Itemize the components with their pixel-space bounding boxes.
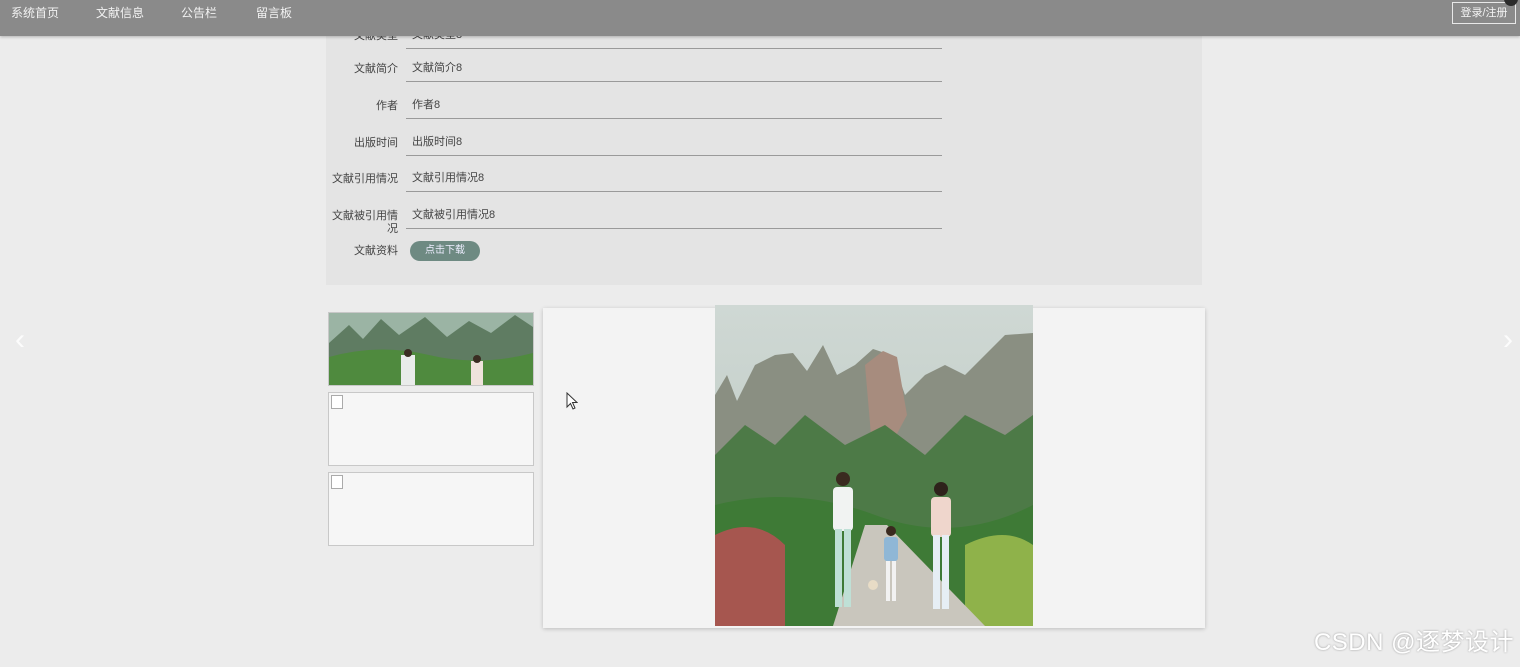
broken-image-icon <box>331 395 343 409</box>
detail-value: 文献引用情况8 <box>406 164 942 192</box>
literature-detail-panel: 文献类型 文献类型8 文献简介 文献简介8 作者 作者8 出版时间 出版时间8 … <box>326 29 1202 285</box>
carousel-next-arrow[interactable]: › <box>1496 320 1520 360</box>
detail-row-citations: 文献引用情况 文献引用情况8 <box>326 164 1202 201</box>
detail-value: 文献被引用情况8 <box>406 201 942 229</box>
detail-label: 出版时间 <box>354 137 398 149</box>
detail-row-cited-by: 文献被引用情况 文献被引用情况8 <box>326 201 1202 238</box>
carousel-prev-arrow[interactable]: ‹ <box>8 320 32 360</box>
nav-literature-info[interactable]: 文献信息 <box>96 0 144 26</box>
nav-home[interactable]: 系统首页 <box>11 0 59 26</box>
mouse-cursor-icon <box>566 392 578 410</box>
detail-row-attachment: 文献资料 点击下载 <box>326 238 1202 275</box>
detail-row-author: 作者 作者8 <box>326 91 1202 128</box>
detail-row-summary: 文献简介 文献简介8 <box>326 54 1202 91</box>
carousel-thumbnail[interactable] <box>328 472 534 546</box>
detail-value: 文献简介8 <box>406 54 942 82</box>
detail-value: 作者8 <box>406 91 942 119</box>
detail-label: 文献引用情况 <box>332 173 398 185</box>
login-register-button[interactable]: 登录/注册 <box>1452 2 1516 24</box>
detail-row-publish-time: 出版时间 出版时间8 <box>326 128 1202 165</box>
detail-label: 文献简介 <box>354 63 398 75</box>
detail-value: 出版时间8 <box>406 128 942 156</box>
nav-announcements[interactable]: 公告栏 <box>181 0 217 26</box>
carousel-thumbnail[interactable] <box>328 392 534 466</box>
nav-message-board[interactable]: 留言板 <box>256 0 292 26</box>
main-photo <box>715 305 1033 626</box>
top-nav-bar: 系统首页 文献信息 公告栏 留言板 登录/注册 <box>0 0 1520 36</box>
download-button[interactable]: 点击下载 <box>410 241 480 261</box>
carousel-main-frame <box>543 305 1205 628</box>
family-landscape-photo <box>715 305 1033 626</box>
detail-label: 文献被引用情况 <box>332 210 398 235</box>
broken-image-icon <box>331 475 343 489</box>
watermark: CSDN @逐梦设计 <box>1313 629 1514 656</box>
thumbnail-photo <box>329 313 533 385</box>
detail-label: 作者 <box>376 100 398 112</box>
detail-label: 文献资料 <box>354 245 398 257</box>
carousel-thumbnail[interactable] <box>328 312 534 386</box>
